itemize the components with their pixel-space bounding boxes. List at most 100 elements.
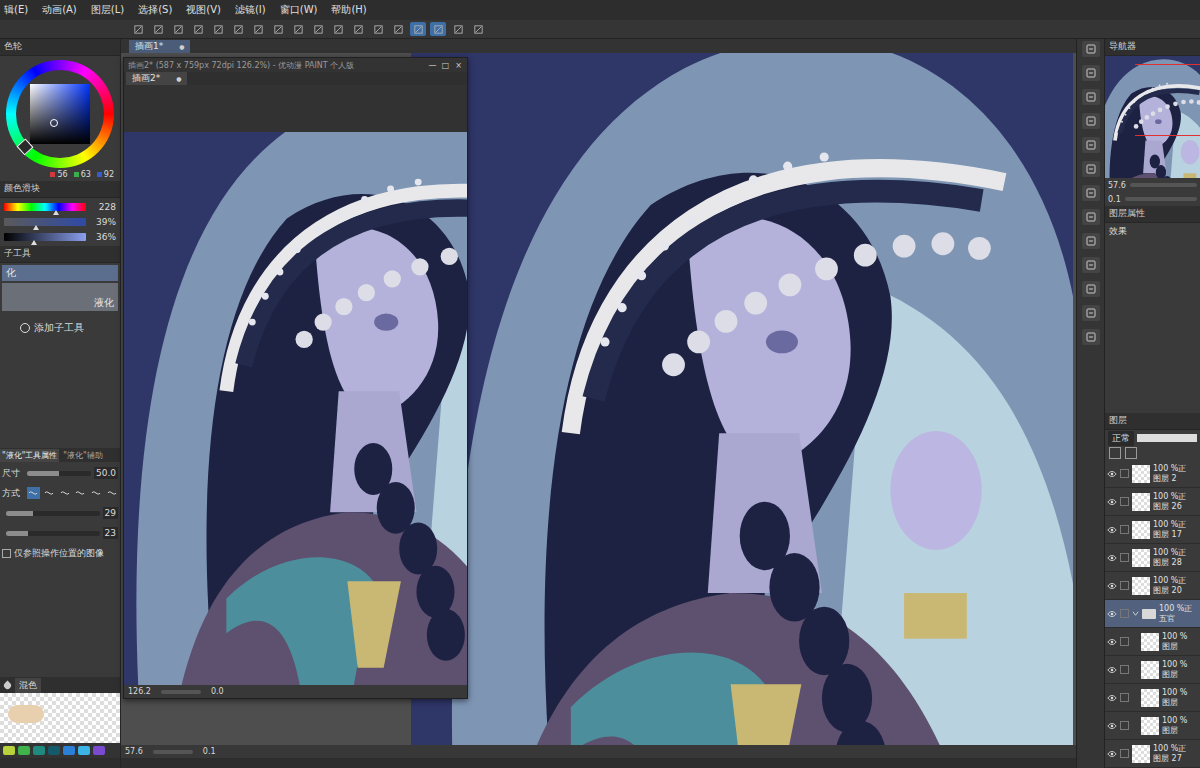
tool-property-tab[interactable]: "液化"工具属性 — [0, 449, 59, 462]
command-button[interactable] — [1082, 185, 1100, 201]
command-button[interactable] — [1082, 113, 1100, 129]
floating-window[interactable]: 插画2* (587 x 759px 72dpi 126.2%) - 优动漫 PA… — [123, 57, 468, 699]
command-button[interactable] — [1082, 257, 1100, 273]
property-value[interactable]: 50.0 — [94, 467, 118, 479]
lock-box[interactable] — [1120, 469, 1129, 478]
lock-box[interactable] — [1120, 497, 1129, 506]
command-button[interactable] — [1082, 137, 1100, 153]
eye-icon[interactable] — [1107, 666, 1117, 674]
window-control[interactable]: □ — [441, 61, 450, 70]
mode-button[interactable] — [27, 487, 40, 499]
view-frame[interactable] — [1135, 64, 1200, 136]
eye-icon[interactable] — [1107, 470, 1117, 478]
artwork-figure[interactable] — [411, 53, 1073, 745]
lock-box[interactable] — [1120, 581, 1129, 590]
slider-knob[interactable] — [31, 240, 37, 245]
color-set-tab[interactable]: 混色 — [15, 678, 41, 693]
color-swatch[interactable] — [3, 746, 15, 755]
mode-button[interactable] — [105, 487, 118, 499]
angle-slider[interactable] — [1125, 197, 1197, 201]
lock-box[interactable] — [1120, 721, 1129, 730]
opacity-slider[interactable] — [1137, 434, 1197, 442]
sub-tool-item[interactable]: 化 — [2, 265, 118, 281]
toolbar-button[interactable] — [410, 22, 426, 36]
layer-row[interactable]: 100 %正图层 26 — [1105, 488, 1200, 516]
lock-box[interactable] — [1120, 553, 1129, 562]
toolbar-button[interactable] — [230, 22, 246, 36]
toolbar-button[interactable] — [150, 22, 166, 36]
window-title-bar[interactable]: 插画2* (587 x 759px 72dpi 126.2%) - 优动漫 PA… — [124, 58, 467, 72]
toolbar-button[interactable] — [350, 22, 366, 36]
tool-property-tab[interactable]: "液化"辅助 — [61, 449, 104, 462]
add-sub-tool-button[interactable]: 添加子工具 — [0, 311, 120, 335]
eye-icon[interactable] — [1107, 582, 1117, 590]
window-control[interactable]: — — [428, 61, 437, 70]
blend-mode-select[interactable]: 正常 — [1108, 431, 1134, 446]
mix-area[interactable] — [0, 693, 120, 743]
angle-value[interactable]: 0.1 — [1108, 195, 1121, 204]
layer-row[interactable]: 100 %图层 — [1105, 656, 1200, 684]
color-slider[interactable]: 39% — [4, 217, 116, 227]
color-swatch[interactable] — [93, 746, 105, 755]
command-button[interactable] — [1082, 65, 1100, 81]
zoom-value[interactable]: 57.6 — [1108, 181, 1126, 190]
zoom-value[interactable]: 57.6 — [125, 747, 143, 756]
checkbox[interactable] — [2, 549, 11, 558]
slider-track[interactable] — [4, 218, 86, 226]
layer-row[interactable]: 100 %图层 — [1105, 684, 1200, 712]
eye-icon[interactable] — [1107, 498, 1117, 506]
document-tab[interactable]: 插画1*● — [129, 40, 190, 53]
color-swatch[interactable] — [33, 746, 45, 755]
zoom-slider[interactable] — [1130, 183, 1197, 187]
color-cursor[interactable] — [50, 119, 58, 127]
lock-box[interactable] — [1120, 665, 1129, 674]
sub-tool-item[interactable]: 液化 — [2, 283, 118, 311]
lock-box[interactable] — [1120, 693, 1129, 702]
color-swatch[interactable] — [63, 746, 75, 755]
layer-row[interactable]: 100 %正图层 20 — [1105, 572, 1200, 600]
lock-box[interactable] — [1120, 525, 1129, 534]
lock-box[interactable] — [1120, 609, 1129, 618]
color-swatch[interactable] — [78, 746, 90, 755]
mode-button[interactable] — [90, 487, 103, 499]
menu-item[interactable]: 选择(S) — [138, 3, 172, 17]
command-button[interactable] — [1082, 89, 1100, 105]
check-row[interactable]: 仅参照操作位置的图像 — [2, 546, 118, 560]
saturation-square[interactable] — [30, 84, 90, 144]
tab-close[interactable]: ● — [179, 43, 184, 50]
eye-icon[interactable] — [1107, 610, 1117, 618]
command-button[interactable] — [1082, 233, 1100, 249]
command-button[interactable] — [1082, 41, 1100, 57]
zoom-controls[interactable] — [153, 750, 193, 754]
angle-value[interactable]: 0.1 — [203, 747, 216, 756]
eye-icon[interactable] — [1107, 554, 1117, 562]
color-slider[interactable]: 228 — [4, 202, 116, 212]
mode-button[interactable] — [58, 487, 71, 499]
layer-tool-button[interactable] — [1125, 447, 1137, 459]
slider-track[interactable] — [4, 203, 86, 211]
angle-value[interactable]: 0.0 — [211, 687, 224, 696]
menu-item[interactable]: 动画(A) — [42, 3, 77, 17]
toolbar-button[interactable] — [290, 22, 306, 36]
toolbar-button[interactable] — [250, 22, 266, 36]
layer-row[interactable]: 100 %图层 — [1105, 712, 1200, 740]
eye-icon[interactable] — [1107, 638, 1117, 646]
document-tab[interactable]: 插画2*● — [126, 72, 187, 85]
command-button[interactable] — [1082, 281, 1100, 297]
artwork-figure[interactable] — [1105, 56, 1200, 178]
command-button[interactable] — [1082, 161, 1100, 177]
property-slider[interactable] — [6, 511, 100, 516]
tab-close[interactable]: ● — [176, 75, 181, 82]
property-slider[interactable] — [6, 531, 100, 536]
slider-knob[interactable] — [33, 225, 39, 230]
mode-button[interactable] — [74, 487, 87, 499]
layer-row[interactable]: 100 %正图层 17 — [1105, 516, 1200, 544]
toolbar-button[interactable] — [450, 22, 466, 36]
toolbar-button[interactable] — [130, 22, 146, 36]
eye-icon[interactable] — [1107, 750, 1117, 758]
toolbar-button[interactable] — [370, 22, 386, 36]
toolbar-button[interactable] — [270, 22, 286, 36]
property-value[interactable]: 29 — [103, 507, 118, 519]
color-swatch[interactable] — [48, 746, 60, 755]
property-slider[interactable] — [27, 471, 91, 476]
